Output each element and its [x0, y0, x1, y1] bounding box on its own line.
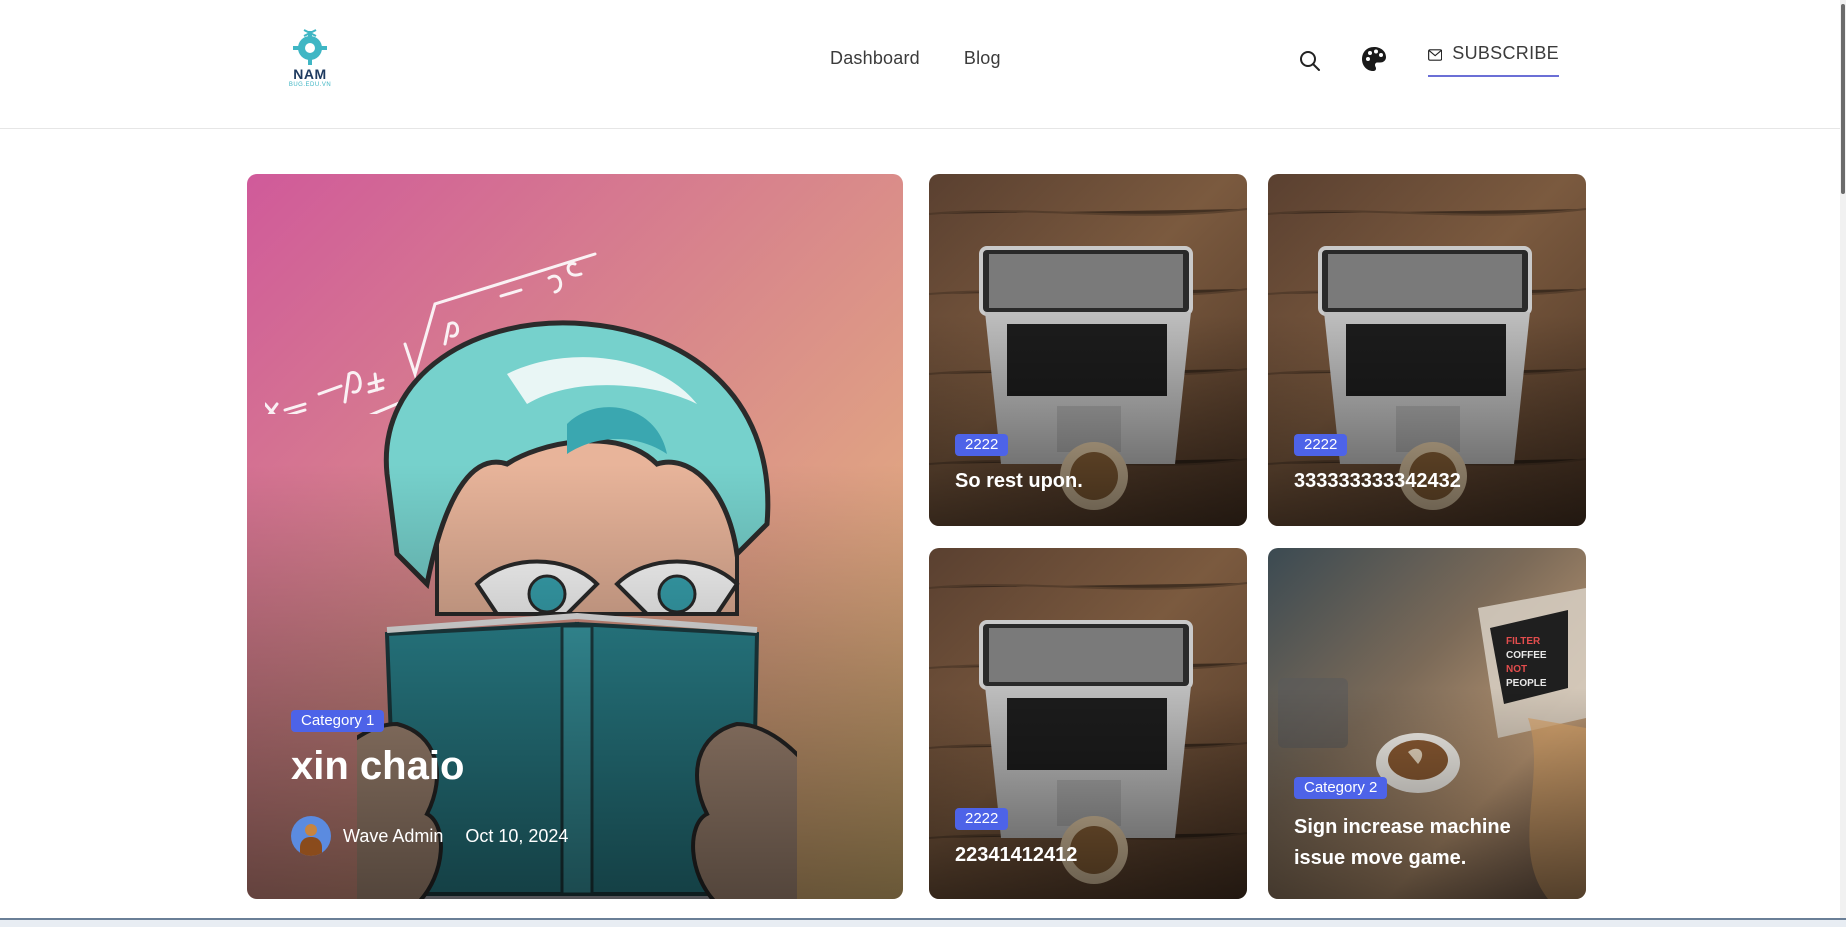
category-badge[interactable]: 2222	[1294, 434, 1348, 456]
logo-subtext: BUG.EDU.VN	[288, 82, 332, 88]
mail-icon	[1428, 49, 1443, 61]
post-title[interactable]: 333333333342432	[1294, 470, 1461, 493]
post-card[interactable]: FILTER COFFEE NOT PEOPLE Category 2 Sign…	[1268, 548, 1586, 899]
svg-text:COFFEE: COFFEE	[1506, 650, 1547, 661]
subscribe-label: SUBSCRIBE	[1452, 43, 1559, 63]
search-icon[interactable]	[1298, 49, 1322, 73]
post-title[interactable]: 22341412412	[955, 844, 1077, 867]
post-card[interactable]: 2222 So rest upon.	[929, 174, 1247, 526]
category-badge[interactable]: 2222	[955, 808, 1009, 830]
author-name[interactable]: Wave Admin	[343, 826, 443, 847]
main-nav: Dashboard Blog	[830, 48, 1001, 69]
scrollbar-thumb[interactable]	[1841, 4, 1845, 194]
subscribe-button[interactable]: SUBSCRIBE	[1428, 43, 1559, 77]
post-title[interactable]: So rest upon.	[955, 470, 1083, 493]
svg-text:FILTER: FILTER	[1506, 636, 1541, 647]
logo-text: NAM	[293, 66, 327, 82]
category-badge[interactable]: Category 1	[291, 710, 385, 732]
category-badge[interactable]: Category 2	[1294, 777, 1388, 799]
nav-blog-link[interactable]: Blog	[964, 48, 1001, 69]
site-logo[interactable]: NAM BUG.EDU.VN	[284, 26, 336, 90]
nav-dashboard-link[interactable]: Dashboard	[830, 48, 920, 69]
post-title[interactable]: Sign increase machine issue move game.	[1294, 812, 1554, 874]
post-card[interactable]: 2222 333333333342432	[1268, 174, 1586, 526]
logo-icon	[293, 29, 327, 65]
card-gradient-overlay	[929, 314, 1247, 526]
featured-post-card[interactable]: Category 1 xin chaio Wave Admin Oct 10, …	[247, 174, 903, 899]
card-gradient-overlay	[1268, 314, 1586, 526]
post-meta: Wave Admin Oct 10, 2024	[291, 816, 568, 856]
card-gradient-overlay	[929, 688, 1247, 899]
post-date: Oct 10, 2024	[465, 825, 569, 846]
vertical-scrollbar[interactable]	[1840, 0, 1846, 927]
avatar[interactable]	[291, 816, 331, 856]
svg-text:NOT: NOT	[1506, 664, 1527, 675]
bottom-window-edge	[0, 918, 1846, 927]
post-card[interactable]: 2222 22341412412	[929, 548, 1247, 899]
site-header: NAM BUG.EDU.VN Dashboard Blog SUBSCRIBE	[0, 0, 1846, 129]
palette-icon[interactable]	[1360, 45, 1388, 73]
category-badge[interactable]: 2222	[955, 434, 1009, 456]
featured-post-title[interactable]: xin chaio	[291, 744, 464, 789]
svg-text:PEOPLE: PEOPLE	[1506, 678, 1547, 689]
